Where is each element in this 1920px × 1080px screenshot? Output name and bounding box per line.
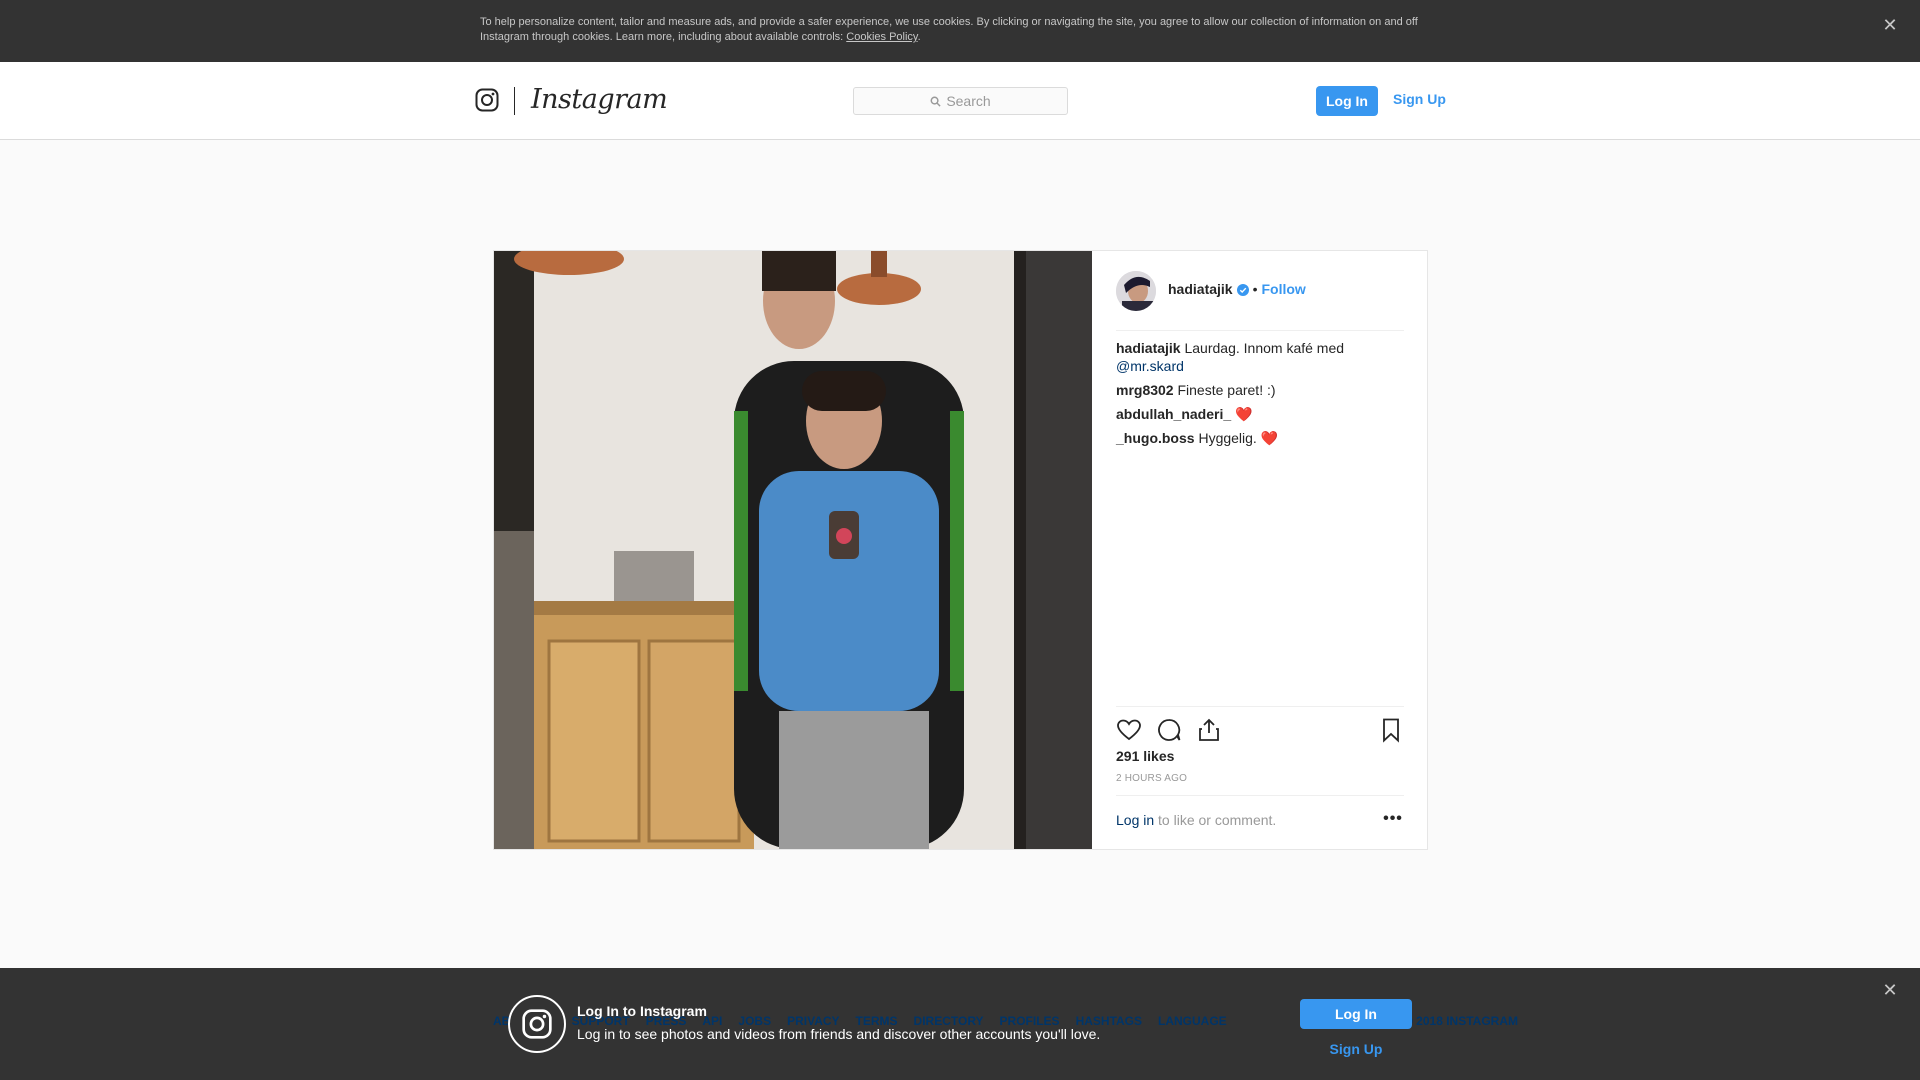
post-sidebar: hadiatajik • Follow hadiatajik Laurdag. … (1092, 251, 1427, 849)
login-comment-text: to like or comment. (1154, 812, 1277, 828)
comment-text: Hyggelig. ❤️ (1198, 430, 1279, 446)
instagram-wordmark[interactable]: Instagram (531, 84, 668, 115)
avatar[interactable] (1116, 271, 1156, 311)
comment-item: _hugo.boss Hyggelig. ❤️ (1116, 429, 1404, 447)
footer-copyright: © 2018 INSTAGRAM (1404, 1014, 1518, 1028)
post-header: hadiatajik • Follow (1116, 271, 1404, 331)
caption: hadiatajik Laurdag. Innom kafé med @mr.s… (1116, 339, 1404, 375)
post-photo[interactable] (494, 251, 1092, 849)
post-card: hadiatajik • Follow hadiatajik Laurdag. … (493, 250, 1428, 850)
comment-username[interactable]: _hugo.boss (1116, 430, 1195, 446)
search-input[interactable]: Search (853, 87, 1068, 115)
login-prompt-title: Log In to Instagram (577, 1003, 707, 1019)
comment-item: abdullah_naderi_ ❤️ (1116, 405, 1404, 423)
comment-text: ❤️ (1235, 406, 1253, 422)
follow-button[interactable]: Follow (1262, 281, 1306, 297)
bookmark-icon[interactable] (1378, 717, 1404, 743)
comment-list: hadiatajik Laurdag. Innom kafé med @mr.s… (1116, 339, 1404, 453)
post-photo-illustration (494, 251, 1092, 849)
comment-username[interactable]: mrg8302 (1116, 382, 1174, 398)
instagram-camera-icon[interactable] (475, 88, 499, 112)
separator-dot: • (1252, 281, 1258, 297)
cookie-message: To help personalize content, tailor and … (480, 16, 1418, 43)
login-button[interactable]: Log In (1316, 86, 1378, 116)
heart-icon[interactable] (1116, 717, 1142, 743)
cookie-text: To help personalize content, tailor and … (480, 15, 1440, 45)
comment-username[interactable]: abdullah_naderi_ (1116, 406, 1231, 422)
cookie-close-icon[interactable]: ✕ (1880, 15, 1900, 35)
login-link[interactable]: Log in (1116, 812, 1154, 828)
close-icon[interactable]: ✕ (1880, 980, 1900, 1000)
verified-badge-icon (1236, 284, 1249, 296)
search-icon (930, 96, 941, 107)
cookie-period: . (917, 31, 921, 43)
mention-link[interactable]: @mr.skard (1116, 358, 1184, 374)
comment-text: Fineste paret! :) (1177, 382, 1276, 398)
footer-link-language[interactable]: LANGUAGE (1158, 1014, 1227, 1028)
login-prompt-subtitle: Log in to see photos and videos from fri… (577, 1026, 1101, 1042)
comment-icon[interactable] (1156, 717, 1182, 743)
avatar-image (1116, 271, 1156, 311)
like-count[interactable]: 291 likes (1116, 748, 1174, 764)
post-actions (1116, 706, 1404, 746)
login-prompt-banner: ABOUT US SUPPORT PRESS API JOBS PRIVACY … (0, 968, 1920, 1080)
login-to-comment: Log in to like or comment. ••• (1116, 795, 1404, 849)
comment-username[interactable]: hadiatajik (1116, 340, 1181, 356)
search-placeholder: Search (946, 93, 991, 109)
author-username[interactable]: hadiatajik (1168, 281, 1233, 297)
instagram-app-icon (508, 995, 566, 1053)
logo-divider (514, 87, 515, 115)
signup-link[interactable]: Sign Up (1300, 1041, 1412, 1057)
comment-item: mrg8302 Fineste paret! :) (1116, 381, 1404, 399)
share-icon[interactable] (1196, 717, 1222, 743)
signup-link[interactable]: Sign Up (1393, 91, 1446, 107)
post-timestamp: 2 HOURS AGO (1116, 773, 1188, 784)
comment-text: Laurdag. Innom kafé med (1184, 340, 1345, 356)
cookie-banner: To help personalize content, tailor and … (0, 0, 1920, 62)
more-options-icon[interactable]: ••• (1382, 811, 1404, 828)
top-navigation: Instagram Search Log In Sign Up (0, 62, 1920, 140)
cookies-policy-link[interactable]: Cookies Policy (846, 31, 917, 43)
login-button[interactable]: Log In (1300, 999, 1412, 1029)
instagram-camera-icon (522, 1009, 552, 1039)
